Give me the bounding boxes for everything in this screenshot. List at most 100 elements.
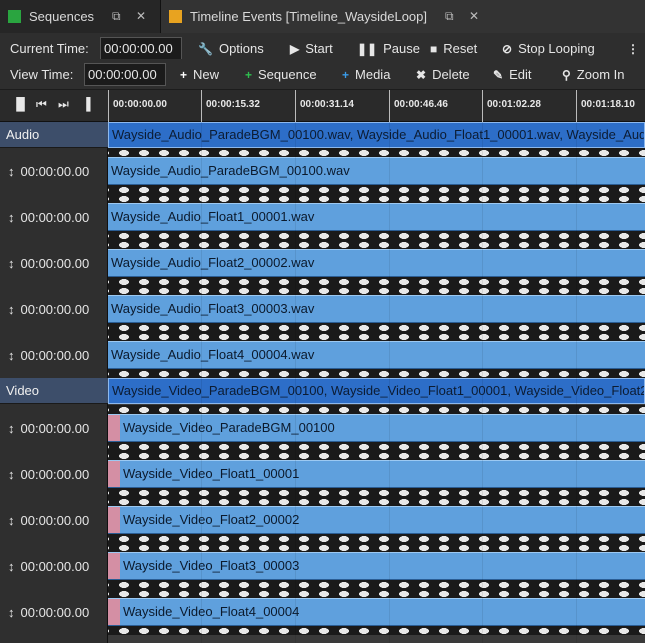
track-header[interactable]: ↕ 00:00:00.00 [0,148,108,194]
current-time-field[interactable]: 00:00:00.00 [100,37,182,60]
sequence-label: Sequence [258,67,317,82]
media-clip[interactable]: Wayside_Video_Float3_00003 [108,552,645,580]
media-clip[interactable]: Wayside_Video_Float2_00002 [108,506,645,534]
new-label: New [193,67,220,82]
resize-vertical-icon[interactable]: ↕ [8,559,15,574]
media-label: Media [355,67,391,82]
zoom-in-button[interactable]: ⚲ Zoom In [562,59,624,90]
resize-vertical-icon[interactable]: ↕ [8,421,15,436]
magnifier-icon: ⚲ [562,67,571,82]
ruler-tick: 00:00:46.46 [389,90,448,122]
track-lane: Wayside_Video_Float2_00002 [108,497,645,543]
clip-selection-marker [108,553,120,579]
tab-sequences[interactable]: Sequences ⧉ ✕ [0,0,160,33]
media-clip[interactable]: Wayside_Audio_Float1_00001.wav [108,203,645,231]
tab-pin-icon[interactable]: ⧉ [112,9,121,24]
options-label: Options [218,41,264,56]
group-bar-video[interactable]: Wayside_Video_ParadeBGM_00100, Wayside_V… [108,378,645,404]
resize-vertical-icon[interactable]: ↕ [8,210,15,225]
timeline-ruler[interactable]: ▐▌ ⏮ ⏭ ▐ 00:00:00.00 00:00:15.32 00:00:3… [0,90,645,122]
timeline-tracks[interactable]: Wayside_Audio_ParadeBGM_00100.wav, Waysi… [108,122,645,643]
ruler-tick: 00:00:00.00 [108,90,167,122]
grid-line [201,122,202,643]
clip-selection-marker [108,507,120,533]
resize-vertical-icon[interactable]: ↕ [8,513,15,528]
resize-vertical-icon[interactable]: ↕ [8,302,15,317]
view-time-field[interactable]: 00:00:00.00 [84,63,166,86]
track-header[interactable]: ↕ 00:00:00.00 [0,240,108,286]
grid-line [482,122,483,643]
sequences-tab-icon [8,10,21,23]
track-header[interactable]: ↕ 00:00:00.00 [0,497,108,543]
add-sequence-button[interactable]: + Sequence [245,59,317,90]
track-time: 00:00:00.00 [20,466,90,482]
track-header[interactable]: ↕ 00:00:00.00 [0,405,108,451]
track-time: 00:00:00.00 [20,209,90,225]
track-lane: Wayside_Audio_Float4_00004.wav [108,332,645,378]
track-header[interactable]: ↕ 00:00:00.00 [0,451,108,497]
no-loop-icon: ⊘ [502,41,513,56]
new-button[interactable]: + New [180,59,219,90]
ruler-tick: 00:01:02.28 [482,90,541,122]
media-clip[interactable]: Wayside_Audio_ParadeBGM_00100.wav [108,157,645,185]
clip-label: Wayside_Audio_Float1_00001.wav [111,209,315,224]
clip-label: Wayside_Video_ParadeBGM_00100 [123,420,335,435]
clip-label: Wayside_Audio_Float4_00004.wav [111,347,315,362]
media-clip[interactable]: Wayside_Video_Float1_00001 [108,460,645,488]
clip-label: Wayside_Video_Float2_00002 [123,512,300,527]
group-header-video[interactable]: Video [0,378,108,404]
clip-selection-marker [108,415,120,441]
step-forward-icon[interactable]: ⏭ [58,97,69,112]
clip-label: Wayside_Audio_Float3_00003.wav [111,301,315,316]
group-header-audio[interactable]: Audio [0,122,108,148]
tab-close-icon[interactable]: ✕ [136,9,146,23]
ruler-tick: 00:01:18.10 [576,90,635,122]
track-header[interactable]: ↕ 00:00:00.00 [0,194,108,240]
clip-label: Wayside_Audio_ParadeBGM_00100.wav [111,163,350,178]
wrench-icon: 🔧 [198,41,213,56]
resize-vertical-icon[interactable]: ↕ [8,348,15,363]
track-header[interactable]: ↕ 00:00:00.00 [0,589,108,635]
green-plus-icon: + [245,67,253,82]
media-clip[interactable]: Wayside_Audio_Float4_00004.wav [108,341,645,369]
add-media-button[interactable]: + Media [342,59,390,90]
go-start-icon[interactable]: ▐▌ [12,97,29,111]
edit-button[interactable]: ✎ Edit [493,59,531,90]
tab-pin-icon[interactable]: ⧉ [445,9,454,24]
media-clip[interactable]: Wayside_Video_Float4_00004 [108,598,645,626]
track-header[interactable]: ↕ 00:00:00.00 [0,332,108,378]
grid-line [389,122,390,643]
step-back-icon[interactable]: ⏮ [36,97,47,112]
tab-sequences-label: Sequences [29,9,95,24]
track-time: 00:00:00.00 [20,420,90,436]
resize-vertical-icon[interactable]: ↕ [8,164,15,179]
ruler-tick: 00:00:31.14 [295,90,354,122]
track-header[interactable]: ↕ 00:00:00.00 [0,543,108,589]
pencil-icon: ✎ [493,67,504,82]
clip-label: Wayside_Video_Float1_00001 [123,466,300,481]
media-clip[interactable]: Wayside_Video_ParadeBGM_00100 [108,414,645,442]
tab-bar: Sequences ⧉ ✕ Timeline Events [Timeline_… [0,0,645,33]
track-lane: Wayside_Audio_Float3_00003.wav [108,286,645,332]
track-time: 00:00:00.00 [20,301,90,317]
go-end-icon[interactable]: ▐ [82,97,91,111]
clip-label: Wayside_Video_Float4_00004 [123,604,300,619]
edit-label: Edit [509,67,532,82]
tab-close-icon[interactable]: ✕ [469,9,479,23]
delete-button[interactable]: ✖ Delete [416,59,470,90]
delete-label: Delete [432,67,470,82]
edit-toolbar: View Time: 00:00:00.00 + New + Sequence + M… [0,59,645,90]
track-header[interactable]: ↕ 00:00:00.00 [0,286,108,332]
timeline-tab-icon [169,10,182,23]
media-clip[interactable]: Wayside_Audio_Float2_00002.wav [108,249,645,277]
grid-line [576,122,577,643]
track-lane: Wayside_Audio_Float2_00002.wav [108,240,645,286]
resize-vertical-icon[interactable]: ↕ [8,605,15,620]
media-clip[interactable]: Wayside_Audio_Float3_00003.wav [108,295,645,323]
track-lane: Wayside_Video_ParadeBGM_00100 [108,405,645,451]
resize-vertical-icon[interactable]: ↕ [8,256,15,271]
resize-vertical-icon[interactable]: ↕ [8,467,15,482]
tab-timeline-events[interactable]: Timeline Events [Timeline_WaysideLoop] ⧉… [160,0,645,33]
clip-label: Wayside_Audio_Float2_00002.wav [111,255,315,270]
group-bar-audio[interactable]: Wayside_Audio_ParadeBGM_00100.wav, Waysi… [108,122,645,148]
